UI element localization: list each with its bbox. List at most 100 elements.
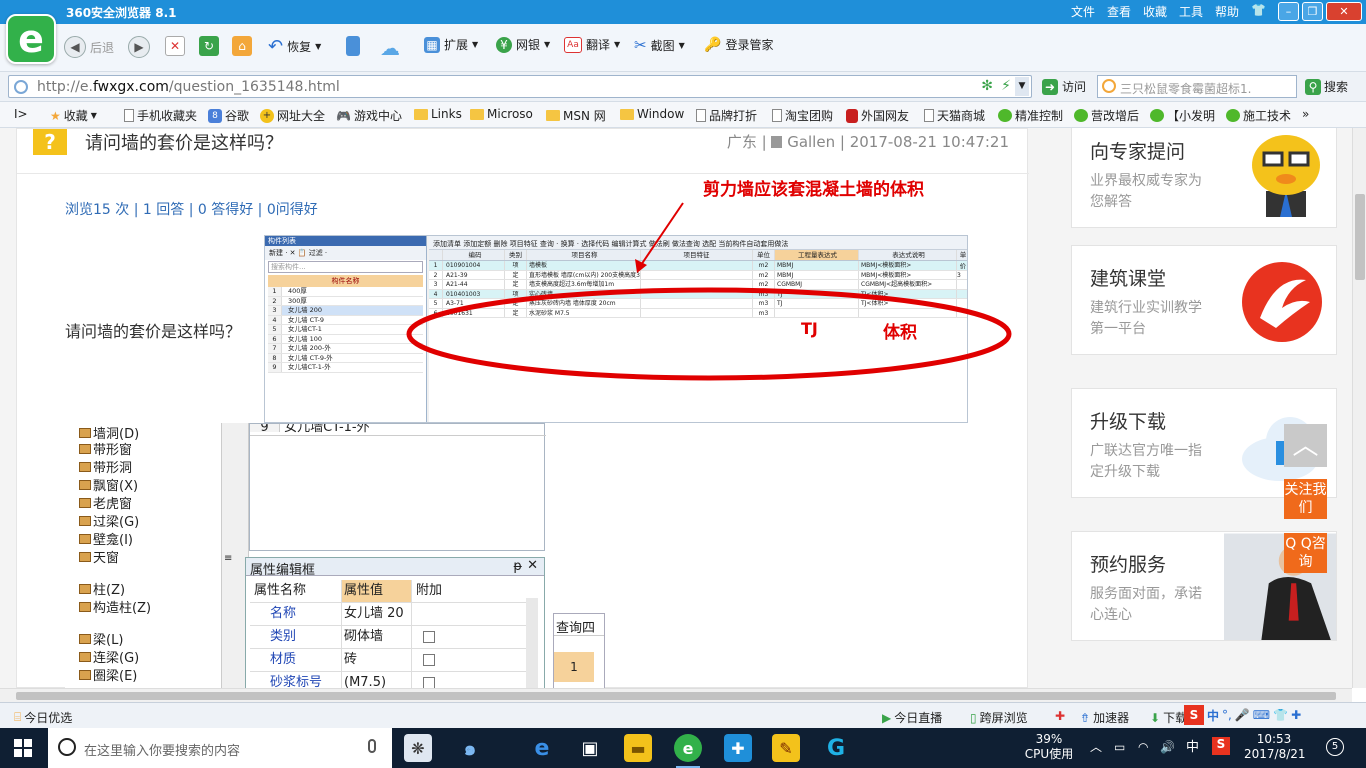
list-item[interactable]: 5 女儿墙CT-1 [268,325,423,335]
grid-column-header[interactable] [429,250,443,260]
question-image-bottom[interactable]: 墙洞(D) 带形窗 带形洞 飘窗(X) 老虎窗 过梁(G) 壁龛(I) 天窗 柱(Z) 构造柱(Z… [65,423,605,688]
fav-item[interactable]: 外国网友 [846,107,909,124]
checkbox[interactable] [423,677,435,688]
cloud-button[interactable]: ☁ [380,36,400,60]
grid-column-header[interactable]: 项目特征 [641,250,753,260]
question-user[interactable]: Gallen [787,133,835,151]
mobile-button[interactable] [346,36,360,56]
table-row[interactable]: 4 010401003 项实心砖墙 m3 TJ TJ<体积> [429,289,967,299]
checkbox[interactable] [423,631,435,643]
fav-item[interactable]: MSN 网 [546,107,606,124]
menu-file[interactable]: 文件 [1071,3,1095,20]
list-item[interactable]: 8 女儿墙 CT-9-外 [268,353,423,363]
side-card-school[interactable]: 建筑课堂 建筑行业实训教学第一平台 [1071,245,1337,355]
table-row[interactable]: 1 010901004 项墙模板 m2 MBMJ MBMJ<模板面积> [429,261,967,271]
grid-column-header[interactable]: 类别 [505,250,527,260]
tree-item[interactable]: 飘窗(X) [79,475,138,494]
sogou-tray-icon[interactable]: S [1212,737,1230,755]
minimize-button[interactable]: – [1278,2,1299,21]
screenshot-button[interactable]: ✂ 截图 ▼ [634,36,685,54]
grid-column-header[interactable]: 单位 [753,250,775,260]
clock[interactable]: 10:53 2017/8/21 [1244,732,1306,762]
fav-item[interactable]: 营改增后 [1074,107,1139,124]
menu-favorites[interactable]: 收藏 [1143,3,1167,20]
fav-item[interactable]: 8 谷歌 [208,107,249,124]
fav-item[interactable]: 手机收藏夹 [124,107,197,124]
question-stats[interactable]: 浏览15 次 | 1 回答 | 0 答得好 | 0问得好 [65,199,318,219]
accelerator-button[interactable]: ⇮ 加速器 [1080,709,1129,726]
fav-item[interactable]: + 网址大全 [260,107,325,124]
restore-button[interactable]: ❐ [1302,2,1323,21]
bank-button[interactable]: ¥ 网银 ▼ [496,36,550,53]
search-button[interactable]: ⚲ 搜索 [1305,78,1348,95]
tree-item[interactable]: 圈梁(E) [79,665,137,684]
menu-tools[interactable]: 工具 [1179,3,1203,20]
glodon-g-icon[interactable]: G [822,734,850,762]
property-row[interactable]: 名称 女儿墙 20 [250,603,526,626]
fav-item[interactable]: 品牌打折 [696,107,757,124]
cloud-sync-icon[interactable]: ๑ [456,734,484,762]
follow-us-button[interactable]: 关注我们 [1284,479,1327,519]
favorites-more[interactable]: » [1302,107,1309,121]
tree-item[interactable]: 连梁(G) [79,647,139,666]
restore-tabs-button[interactable]: ↶ 恢复 ▼ [268,36,321,57]
property-row[interactable]: 类别 砌体墙 [250,626,526,649]
volume-icon[interactable]: 🔊 [1160,740,1175,755]
edge-icon[interactable]: e [528,734,556,762]
menu-help[interactable]: 帮助 [1215,3,1239,20]
horizontal-scrollbar[interactable] [0,688,1352,702]
fav-item[interactable]: 【小发明 [1150,107,1215,124]
grid-column-header[interactable]: 表达式说明 [859,250,957,260]
cross-screen-link[interactable]: ▯ 跨屏浏览 [970,709,1028,726]
windows-start-icon[interactable] [14,739,32,757]
menu-view[interactable]: 查看 [1107,3,1131,20]
download-button[interactable]: ⬇ 下载 [1150,709,1187,726]
stop-button[interactable]: ✕ [165,36,185,56]
favorites-toggle[interactable]: I> [14,107,28,121]
url-dropdown-icon[interactable]: ▼ [1015,77,1029,96]
list-item[interactable]: 6 女儿墙 100 [268,334,423,344]
extend-button[interactable]: ▦ 扩展 ▼ [424,36,478,53]
visit-button[interactable]: ➜ 访问 [1042,78,1086,95]
grid-column-header[interactable]: 工程量表达式 [775,250,859,260]
fav-item[interactable]: Window [620,107,684,121]
grid-column-header[interactable]: 项目名称 [527,250,641,260]
qq-consult-button[interactable]: Q Q咨询 [1284,533,1327,573]
sogou-ime-toolbar[interactable]: S 中 °, 🎤 ⌨ 👕 ✚ [1184,705,1301,725]
store-icon[interactable]: ▣ [576,734,604,762]
table-row[interactable]: 3 A21-44 定墙支模高度超过3.6m每增加1m m2 CGMBMJ CGMBMJ<超… [429,280,967,290]
tree-item[interactable]: 天窗 [79,547,119,566]
cpu-usage[interactable]: 39% CPU使用 [1024,732,1074,762]
question-image-top[interactable]: 构件列表 新建 · ✕ 📋 过滤 · 搜索构件... 构件名称 1 400厚 2 30… [264,235,968,423]
today-pick-link[interactable]: ⌸ 今日优选 [14,709,72,726]
side-card-expert[interactable]: 向专家提问 业界最权威专家为您解答 [1071,128,1337,228]
tree-item[interactable]: 壁龛(I) [79,529,133,548]
grid-column-header[interactable]: 编码 [443,250,505,260]
wifi-icon[interactable]: ◠ [1138,740,1148,755]
glodon-app-icon[interactable]: ✚ [724,734,752,762]
login-manager-button[interactable]: 🔑 登录管家 [704,36,773,53]
fav-item[interactable]: 施工技术 [1226,107,1291,124]
tree-item[interactable]: 柱(Z) [79,579,125,598]
vertical-scrollbar[interactable] [1352,128,1366,688]
table-row[interactable]: 2A21-39定直形墙模板 墙厚(cm以内) 200支模高度3.6m内m2MBM… [429,270,967,280]
table-row[interactable]: 5 A3-71 定蒸压灰砂砖内墙 墙体厚度 20cm m3 TJ TJ<体积> [429,299,967,309]
fav-item[interactable]: Microso [470,107,533,121]
list-item[interactable]: 1 400厚 [268,287,423,297]
bolt-icon[interactable]: ⚡ [1001,78,1011,94]
question-region[interactable]: 广东 [727,133,757,151]
back-button[interactable]: ◀ 后退 [64,36,114,58]
notification-center-icon[interactable]: 5 [1326,738,1344,756]
notepad-icon[interactable]: ✎ [772,734,800,762]
tree-item[interactable]: 带形窗 [79,439,132,458]
ime-indicator[interactable]: 中 [1186,740,1199,755]
favorites-menu[interactable]: ★ 收藏 ▼ [50,107,97,124]
fav-item[interactable]: 🎮 游戏中心 [336,107,402,124]
list-item[interactable]: 2 300厚 [268,296,423,306]
tree-item[interactable]: 过梁(G) [79,511,139,530]
property-row[interactable]: 材质砖 [250,649,526,672]
home-button[interactable]: ⌂ [232,36,252,56]
tree-item[interactable]: 梁(L) [79,629,123,648]
tree-item[interactable]: 带形洞 [79,457,132,476]
grid-column-header[interactable]: 单价 [957,250,967,270]
